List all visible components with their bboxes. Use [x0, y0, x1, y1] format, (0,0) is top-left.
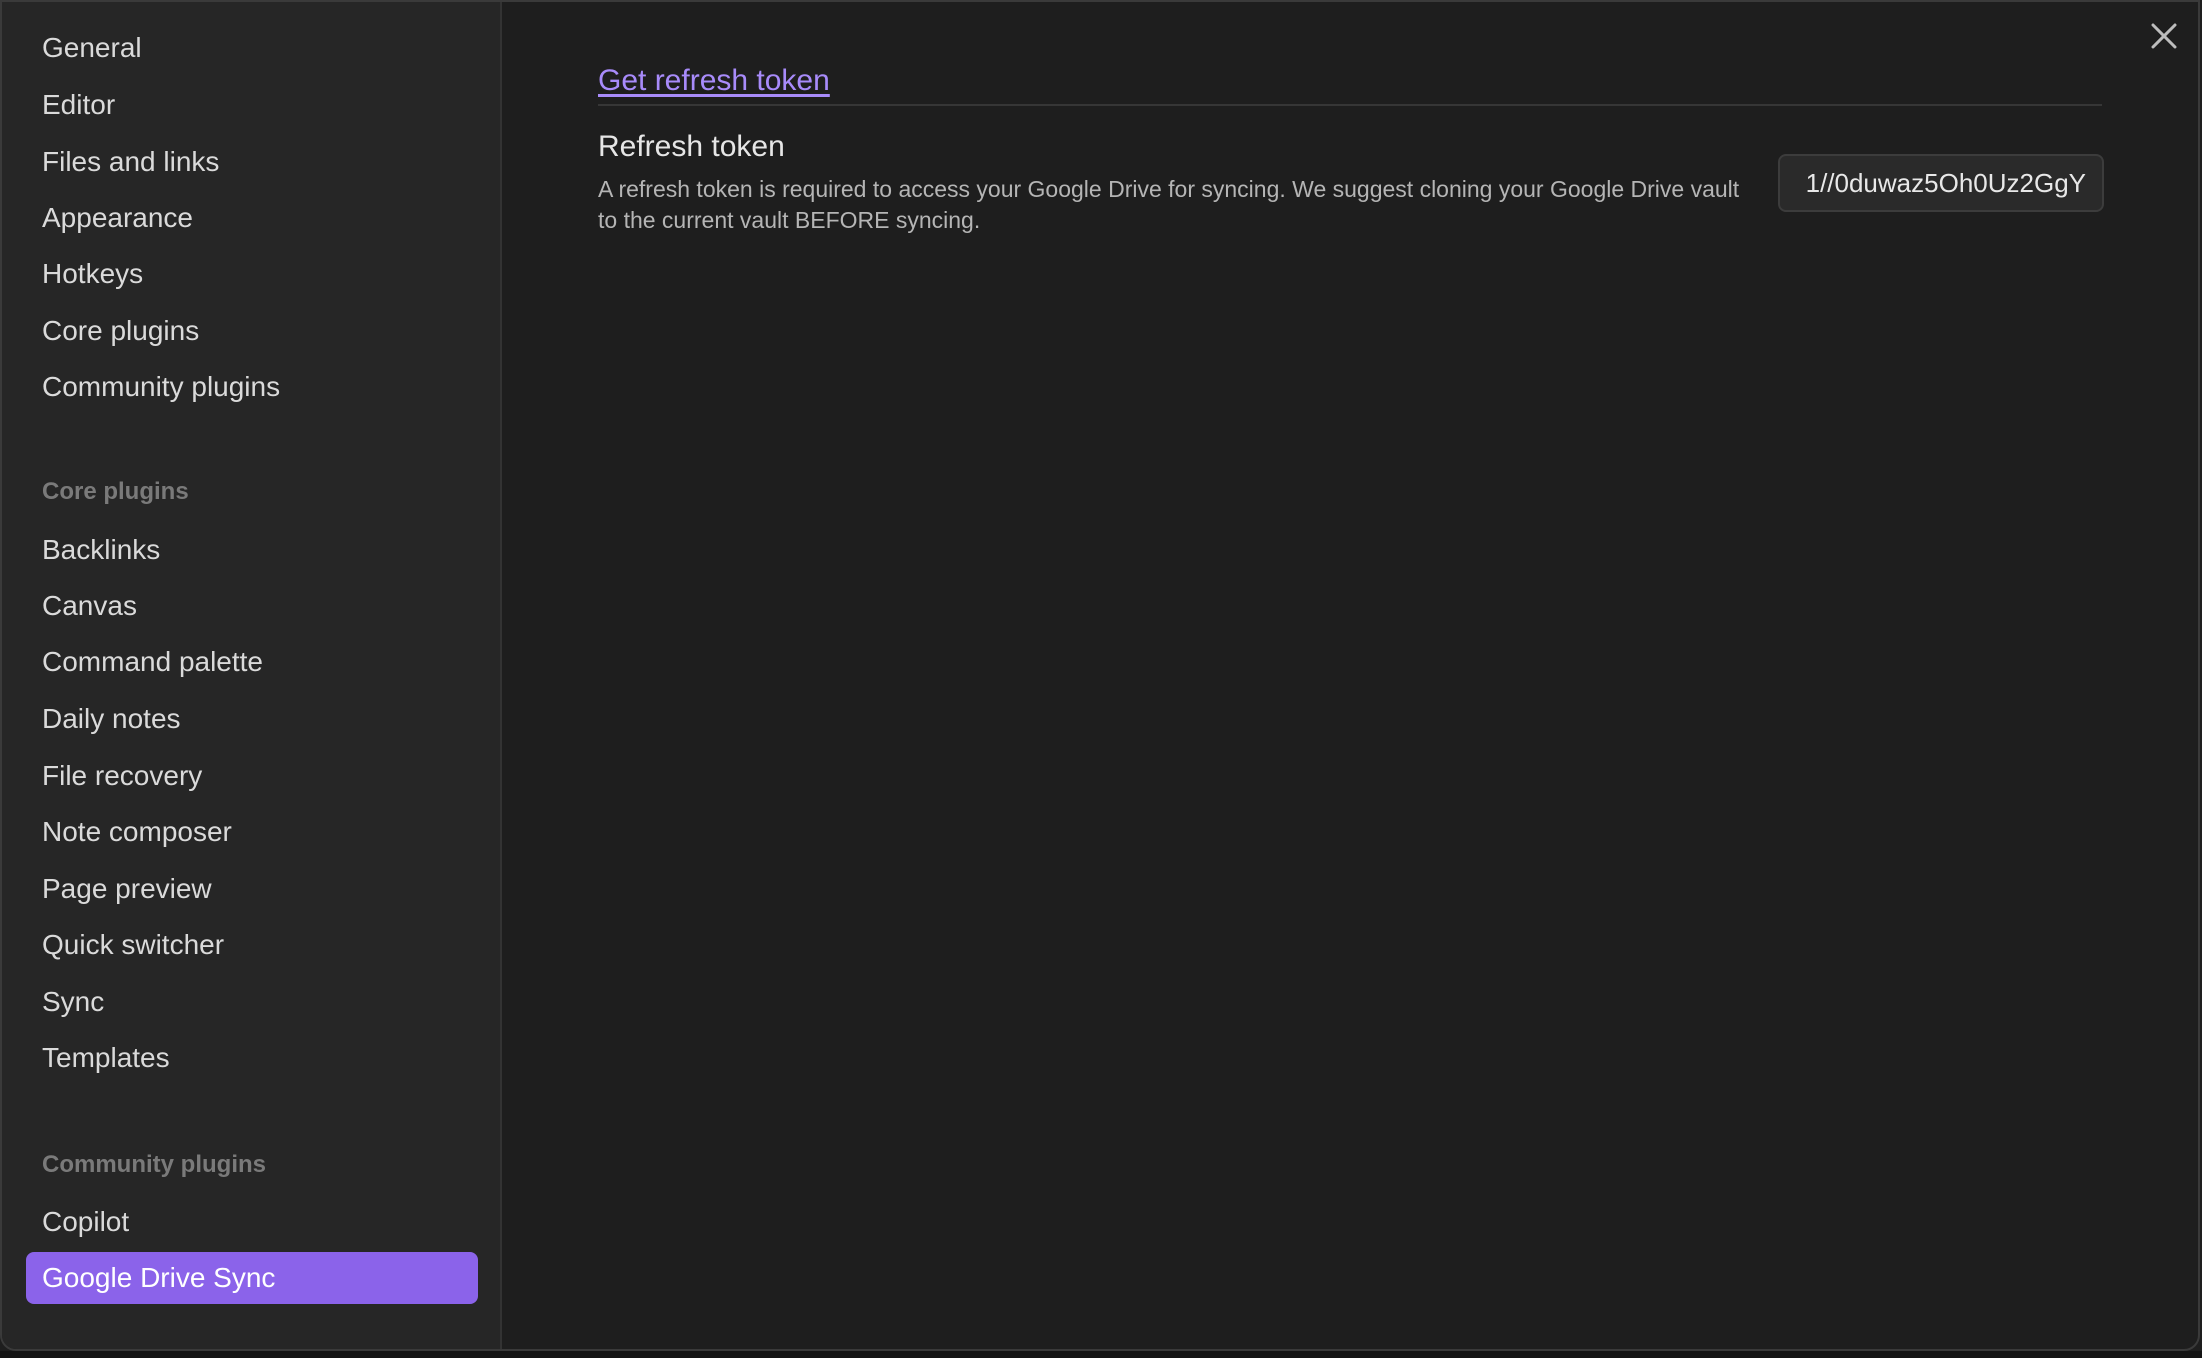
sidebar-item-sync[interactable]: Sync	[26, 976, 478, 1028]
section-header-community-plugins: Community plugins	[42, 1151, 266, 1178]
refresh-token-input[interactable]	[1778, 154, 2104, 212]
window-shadow	[0, 1351, 2202, 1358]
sidebar-item-files-and-links[interactable]: Files and links	[26, 136, 478, 188]
setting-description: A refresh token is required to access yo…	[598, 176, 1740, 233]
divider	[598, 104, 2102, 106]
sidebar-item-general[interactable]: General	[26, 22, 478, 74]
sidebar-item-hotkeys[interactable]: Hotkeys	[26, 248, 478, 300]
sidebar-item-backlinks[interactable]: Backlinks	[26, 524, 478, 576]
sidebar-item-editor[interactable]: Editor	[26, 79, 478, 131]
sidebar-item-command-palette[interactable]: Command palette	[26, 636, 478, 688]
sidebar-item-quick-switcher[interactable]: Quick switcher	[26, 919, 478, 971]
section-header-core-plugins: Core plugins	[42, 478, 189, 505]
sidebar-item-google-drive-sync[interactable]: Google Drive Sync	[26, 1252, 478, 1304]
sidebar-item-appearance[interactable]: Appearance	[26, 192, 478, 244]
sidebar-item-copilot[interactable]: Copilot	[26, 1196, 478, 1248]
sidebar-item-templates[interactable]: Templates	[26, 1032, 478, 1084]
sidebar-item-note-composer[interactable]: Note composer	[26, 806, 478, 858]
sidebar-item-core-plugins[interactable]: Core plugins	[26, 305, 478, 357]
settings-window: General Editor Files and links Appearanc…	[0, 0, 2200, 1351]
sidebar-item-page-preview[interactable]: Page preview	[26, 863, 478, 915]
sidebar-item-canvas[interactable]: Canvas	[26, 580, 478, 632]
settings-content: Get refresh token Refresh token A refres…	[502, 2, 2198, 1349]
settings-sidebar: General Editor Files and links Appearanc…	[2, 2, 502, 1349]
get-refresh-token-link[interactable]: Get refresh token	[598, 64, 830, 98]
close-icon[interactable]	[2148, 20, 2180, 52]
sidebar-item-file-recovery[interactable]: File recovery	[26, 750, 478, 802]
setting-name: Refresh token	[598, 130, 785, 163]
sidebar-item-community-plugins[interactable]: Community plugins	[26, 361, 478, 413]
sidebar-item-daily-notes[interactable]: Daily notes	[26, 693, 478, 745]
